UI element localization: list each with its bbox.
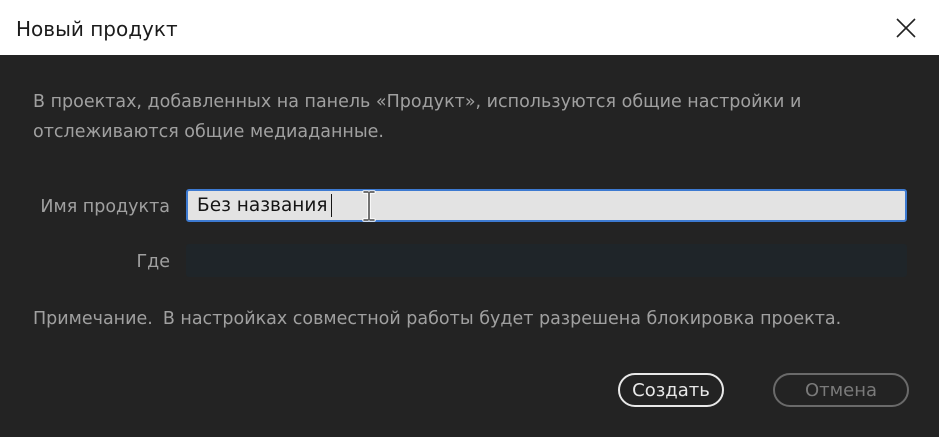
product-name-input[interactable] [186, 189, 907, 222]
note-text: В настройках совместной работы будет раз… [162, 309, 842, 329]
note: Примечание. В настройках совместной работ… [33, 309, 841, 329]
create-button[interactable]: Создать [618, 373, 724, 407]
location-field[interactable] [186, 244, 907, 277]
close-button[interactable] [886, 9, 926, 47]
location-label: Где [136, 252, 170, 272]
product-name-label: Имя продукта [40, 197, 170, 217]
dialog-title: Новый продукт [16, 17, 178, 41]
dialog-titlebar: Новый продукт [0, 0, 939, 55]
dialog-body: В проектах, добавленных на панель «Проду… [0, 55, 939, 437]
close-icon [896, 18, 916, 38]
text-caret [331, 194, 332, 217]
cancel-button[interactable]: Отмена [773, 373, 909, 407]
ibeam-cursor-icon [362, 190, 376, 222]
note-label: Примечание. [33, 309, 153, 329]
dialog-description: В проектах, добавленных на панель «Проду… [33, 92, 802, 142]
